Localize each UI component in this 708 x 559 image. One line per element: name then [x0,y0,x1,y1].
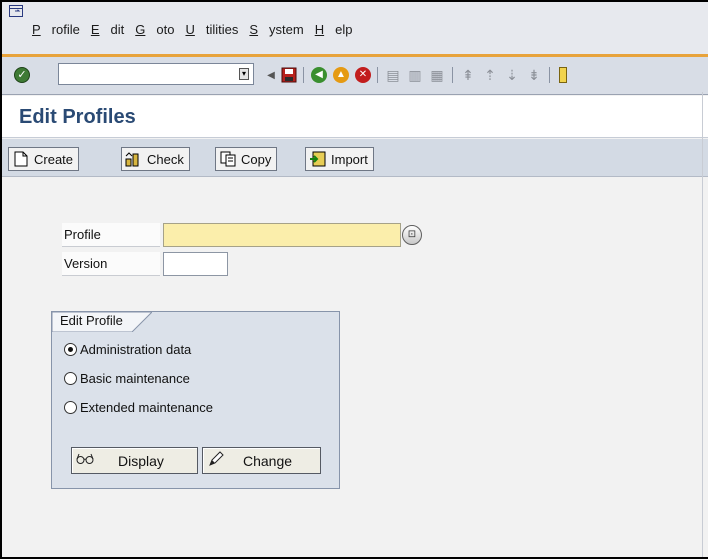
radio-button[interactable] [64,371,77,385]
radio-administration-data[interactable]: Administration data [64,339,191,359]
back-arrow-icon[interactable]: ◀ [262,66,280,84]
exit-icon[interactable]: ▲ [332,66,350,84]
enter-icon[interactable]: ✓ [14,67,30,83]
page-title: Edit Profiles [19,106,136,128]
radio-button[interactable] [64,342,77,356]
last-page-icon[interactable]: ⇟ [525,66,543,84]
check-button[interactable]: Check [121,147,190,171]
menu-utilities[interactable]: Utilities [185,22,238,37]
copy-button[interactable]: Copy [215,147,278,171]
window-menu-icon[interactable] [9,5,23,17]
menu-profile[interactable]: Profile [32,22,80,37]
version-label: Version [62,252,160,276]
toolbar-separator [377,67,378,83]
command-history-icon[interactable]: ▾ [239,68,249,80]
value-help-icon[interactable]: ⊡ [402,225,422,245]
new-session-icon[interactable] [554,66,572,84]
menu-area: Profile Edit Goto Utilities System Help [2,2,708,57]
glasses-icon [72,453,98,468]
next-page-icon[interactable]: ⇣ [503,66,521,84]
print-icon[interactable]: ▤ [384,66,402,84]
toolbar-separator [303,67,304,83]
create-icon [12,151,29,168]
group-title: Edit Profile [60,313,123,328]
window-right-edge [702,92,708,557]
profile-label: Profile [62,223,160,247]
check-icon [125,151,142,168]
standard-toolbar: ✓ ▾ ◀ ◀ ▲ ✕ ▤ ▥ ▦ ⇞ ⇡ ⇣ ⇟ [2,57,708,95]
menu-edit[interactable]: Edit [91,22,124,37]
save-icon[interactable] [280,66,298,84]
find-next-icon[interactable]: ▦ [428,66,446,84]
main-area: Profile ⊡ Version Edit Profile Administr… [2,178,708,557]
toolbar-separator [549,67,550,83]
pencil-icon [203,451,229,470]
import-button[interactable]: Import [305,147,374,171]
title-bar: Edit Profiles [2,96,708,138]
menu-help[interactable]: Help [315,22,353,37]
version-input[interactable] [163,252,228,276]
edit-profile-group: Edit Profile Administration data Basic m… [51,311,340,489]
toolbar-separator [452,67,453,83]
change-button[interactable]: Change [202,447,321,474]
radio-basic-maintenance[interactable]: Basic maintenance [64,368,190,388]
application-toolbar: Create Check Copy Import [2,139,708,177]
radio-button[interactable] [64,400,77,414]
menu-system[interactable]: System [249,22,303,37]
import-icon [309,151,326,168]
radio-extended-maintenance[interactable]: Extended maintenance [64,397,213,417]
profile-input[interactable] [163,223,401,247]
menu-bar: Profile Edit Goto Utilities System Help [32,22,363,37]
find-icon[interactable]: ▥ [406,66,424,84]
first-page-icon[interactable]: ⇞ [459,66,477,84]
create-button[interactable]: Create [8,147,80,171]
command-field[interactable]: ▾ [58,63,254,85]
previous-page-icon[interactable]: ⇡ [481,66,499,84]
sap-window: Profile Edit Goto Utilities System Help … [0,0,708,559]
menu-goto[interactable]: Goto [135,22,174,37]
copy-icon [219,151,236,168]
cancel-icon[interactable]: ✕ [354,66,372,84]
back-icon[interactable]: ◀ [310,66,328,84]
display-button[interactable]: Display [71,447,198,474]
